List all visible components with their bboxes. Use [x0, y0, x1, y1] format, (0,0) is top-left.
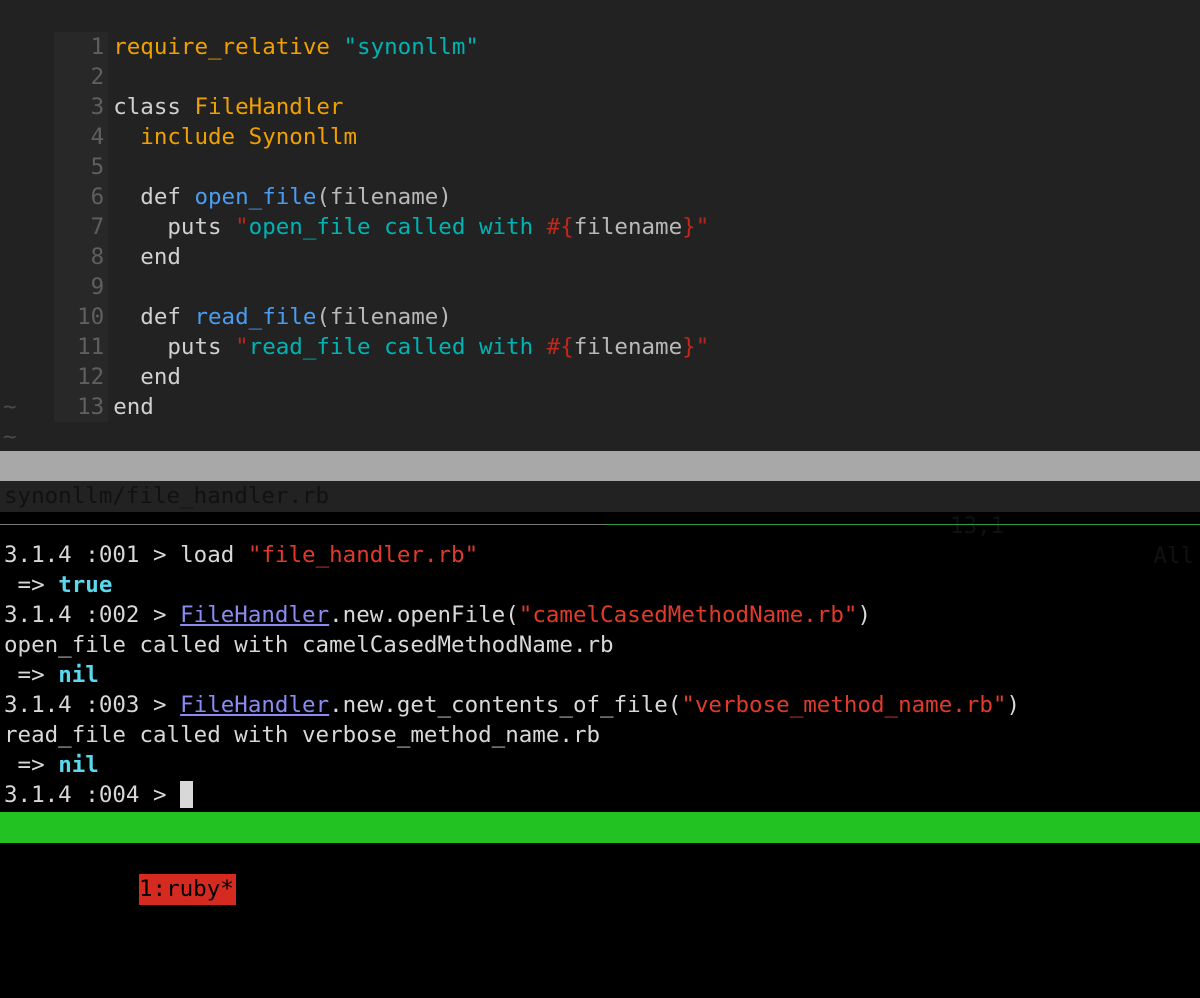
- tmux-clock: 15:58: [991, 969, 1060, 995]
- irb-result-arrow: =>: [4, 572, 59, 598]
- terminal-line: 3.1.4 :003 > FileHandler.new.get_content…: [4, 690, 1020, 720]
- tmux-window-active[interactable]: 1:ruby*: [139, 874, 236, 905]
- tmux-status-right: "sublayerone.local" 15:58 19-Feb-24: [721, 967, 1195, 998]
- status-cursor-position: 13,1: [950, 513, 1005, 539]
- code-line[interactable]: 6 def open_file(filename): [0, 152, 1200, 212]
- vim-editor-pane[interactable]: 1 require_relative "synonllm" 2 3 class Fi…: [0, 0, 1200, 569]
- code-line[interactable]: 12 end: [0, 332, 1200, 392]
- code-line[interactable]: 9: [0, 242, 1200, 302]
- code-line[interactable]: 11 puts "read_file called with #{filenam…: [0, 302, 1200, 362]
- terminal-cursor[interactable]: [180, 781, 194, 808]
- irb-prompt: 3.1.4 :004 >: [4, 782, 181, 808]
- code-line[interactable]: 3 class FileHandler: [0, 62, 1200, 122]
- terminal-line: 3.1.4 :001 > load "file_handler.rb": [4, 540, 478, 570]
- vim-status-line: synonllm/file_handler.rb 13,1 All: [0, 451, 1200, 569]
- irb-result-value: nil: [58, 752, 99, 778]
- irb-string-arg: "file_handler.rb": [247, 542, 479, 568]
- irb-string-arg: "camelCasedMethodName.rb": [518, 602, 858, 628]
- irb-terminal-pane[interactable]: 3.1.4 :001 > load "file_handler.rb" => t…: [0, 540, 1200, 810]
- tmux-status-bar: [experimen 1:ruby* 2:vim- 3:zsh "sublaye…: [0, 812, 1200, 995]
- terminal-line: 3.1.4 :002 > FileHandler.new.openFile("c…: [4, 600, 871, 630]
- terminal-output-line: read_file called with verbose_method_nam…: [4, 722, 601, 748]
- code-line[interactable]: 5: [0, 122, 1200, 182]
- pane-divider-active: [606, 524, 1200, 525]
- pane-divider-inactive: [0, 524, 606, 525]
- tmux-hostname: "sublayerone.local": [720, 969, 979, 995]
- code-line[interactable]: 4 include Synonllm: [0, 92, 1200, 152]
- code-line[interactable]: 10 def read_file(filename): [0, 272, 1200, 332]
- irb-result-value: nil: [58, 662, 99, 688]
- code-line[interactable]: 8 end: [0, 212, 1200, 272]
- code-line[interactable]: 1 require_relative "synonllm": [0, 2, 1200, 62]
- irb-prompt: 3.1.4 :003 >: [4, 692, 181, 718]
- irb-method-call: .new.get_contents_of_file(: [329, 692, 682, 718]
- irb-string-arg: "verbose_method_name.rb": [681, 692, 1007, 718]
- irb-close-paren: ): [1006, 692, 1020, 718]
- tmux-window-2[interactable]: 2:vim-: [250, 905, 331, 936]
- tmux-date: 19-Feb-24: [1073, 969, 1195, 995]
- empty-buffer-tilde: ~: [3, 394, 17, 420]
- pane-divider[interactable]: [0, 524, 1200, 526]
- tmux-session-name: [experimen: [4, 845, 140, 871]
- irb-result-arrow: =>: [4, 662, 59, 688]
- irb-result-value: true: [58, 572, 113, 598]
- code-line[interactable]: 13 end: [0, 362, 1200, 422]
- irb-result-arrow: =>: [4, 752, 59, 778]
- irb-close-paren: ): [857, 602, 871, 628]
- irb-prompt: 3.1.4 :001 >: [4, 542, 181, 568]
- code-line[interactable]: 7 puts "open_file called with #{filename…: [0, 182, 1200, 242]
- code-line[interactable]: 2: [0, 32, 1200, 92]
- irb-prompt: 3.1.4 :002 >: [4, 602, 181, 628]
- terminal-output-line: open_file called with camelCasedMethodNa…: [4, 632, 614, 658]
- terminal-input-line[interactable]: 3.1.4 :004 >: [4, 780, 194, 810]
- tmux-window-3[interactable]: 3:zsh: [345, 936, 413, 967]
- irb-method-call: .new.openFile(: [329, 602, 519, 628]
- terminal-line: => nil: [4, 750, 99, 780]
- irb-constant: FileHandler: [180, 602, 330, 628]
- status-filename: synonllm/file_handler.rb: [4, 483, 330, 509]
- terminal-line: => true: [4, 570, 113, 600]
- irb-constant: FileHandler: [180, 692, 330, 718]
- empty-buffer-tilde: ~: [3, 424, 17, 450]
- terminal-line: => nil: [4, 660, 99, 690]
- irb-command: load: [180, 542, 248, 568]
